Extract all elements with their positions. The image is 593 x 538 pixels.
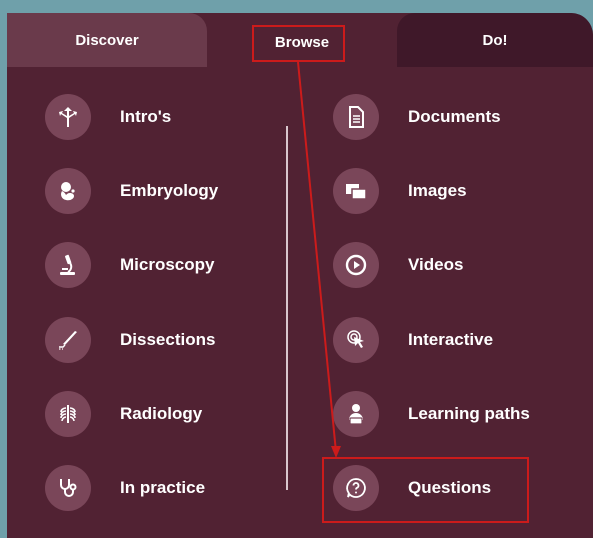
- menu-item-questions[interactable]: Questions: [333, 465, 491, 511]
- menu-item-intros[interactable]: Intro's: [45, 94, 171, 140]
- menu-item-videos[interactable]: Videos: [333, 242, 463, 288]
- menu-item-radiology-label: Radiology: [120, 404, 203, 423]
- tab-discover[interactable]: Discover: [7, 13, 207, 67]
- play-icon: [333, 242, 379, 288]
- menu-item-microscopy[interactable]: Microscopy: [45, 242, 214, 288]
- menu-item-in-practice[interactable]: In practice: [45, 465, 205, 511]
- menu-item-documents-label: Documents: [408, 107, 501, 126]
- menu-item-videos-label: Videos: [408, 255, 464, 274]
- stethoscope-icon: [45, 465, 91, 511]
- menu-item-questions-label: Questions: [408, 478, 492, 497]
- images-icon: [333, 168, 379, 214]
- column-divider: [286, 126, 288, 490]
- question-icon: [333, 465, 379, 511]
- menu-item-radiology[interactable]: Radiology: [45, 391, 202, 437]
- menu-item-interactive[interactable]: Interactive: [333, 317, 493, 363]
- document-icon: [333, 94, 379, 140]
- scalpel-icon: [45, 317, 91, 363]
- menu-item-dissections[interactable]: Dissections: [45, 317, 215, 363]
- menu-item-documents[interactable]: Documents: [333, 94, 501, 140]
- menu-item-in-practice-label: In practice: [120, 478, 206, 497]
- menu-item-learning-paths-label: Learning paths: [408, 404, 530, 423]
- microscope-icon: [45, 242, 91, 288]
- directions-icon: [45, 94, 91, 140]
- menu-item-microscopy-label: Microscopy: [120, 255, 215, 274]
- pointer-click-icon: [333, 317, 379, 363]
- menu-item-intros-label: Intro's: [120, 107, 172, 126]
- tab-do-label: Do!: [482, 31, 508, 49]
- menu-item-images-label: Images: [408, 181, 467, 200]
- ribcage-icon: [45, 391, 91, 437]
- menu-item-images[interactable]: Images: [333, 168, 467, 214]
- browse-menu-panel: Discover Browse Do! Intro's Embryology M…: [7, 13, 593, 538]
- menu-item-embryology[interactable]: Embryology: [45, 168, 218, 214]
- tab-discover-label: Discover: [75, 31, 139, 49]
- menu-item-dissections-label: Dissections: [120, 330, 216, 349]
- tab-browse-label: Browse: [274, 33, 330, 51]
- learner-icon: [333, 391, 379, 437]
- embryo-icon: [45, 168, 91, 214]
- tab-do[interactable]: Do!: [397, 13, 593, 67]
- menu-item-interactive-label: Interactive: [408, 330, 494, 349]
- menu-item-embryology-label: Embryology: [120, 181, 219, 200]
- tab-bar: Discover Browse Do!: [7, 13, 593, 67]
- menu-item-learning-paths[interactable]: Learning paths: [333, 391, 530, 437]
- tab-browse[interactable]: Browse: [207, 13, 397, 67]
